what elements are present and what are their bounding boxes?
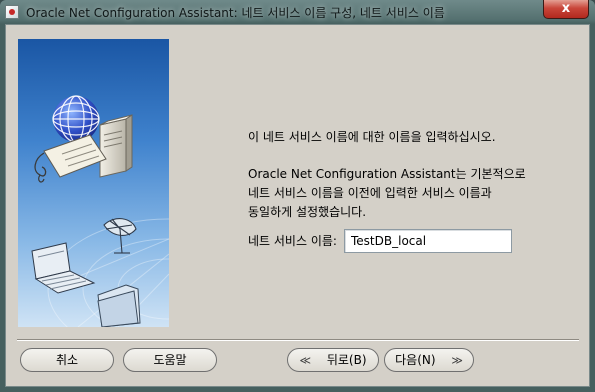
info-text-line-3: 동일하게 설정했습니다. [248,205,367,219]
next-arrow-icon: ≫ [451,354,463,367]
info-text-line-2: 네트 서비스 이름을 이전에 입력한 서비스 이름과 [248,186,492,200]
cancel-button-label: 취소 [55,353,79,367]
cancel-button[interactable]: 취소 [20,348,114,372]
back-button-label: 뒤로(B) [326,353,367,367]
back-arrow-icon: ≪ [299,354,311,367]
server-icon [99,114,133,178]
net-service-name-input[interactable] [344,229,512,253]
next-button[interactable]: 다음(N) ≫ [384,348,474,372]
banner-illustration [18,39,169,327]
app-icon [5,5,19,19]
instruction-text: 이 네트 서비스 이름에 대한 이름을 입력하십시오. [248,130,496,144]
dialog-body: 이 네트 서비스 이름에 대한 이름을 입력하십시오. Oracle Net C… [5,24,590,387]
back-button[interactable]: ≪ 뒤로(B) [287,348,379,372]
next-button-label: 다음(N) [395,353,436,367]
close-icon: x [561,1,571,16]
globe-icon [52,95,100,143]
window-title: Oracle Net Configuration Assistant: 네트 서… [26,6,445,20]
help-button[interactable]: 도움말 [123,348,217,372]
title-bar[interactable]: Oracle Net Configuration Assistant: 네트 서… [0,0,595,24]
net-service-name-label: 네트 서비스 이름: [248,234,337,248]
close-button[interactable]: x [543,0,589,19]
button-separator [17,339,579,341]
info-text-line-1: Oracle Net Configuration Assistant는 기본적으… [248,167,526,181]
help-button-label: 도움말 [153,353,187,367]
wizard-banner-image [18,39,169,327]
dialog-window: Oracle Net Configuration Assistant: 네트 서… [0,0,595,392]
